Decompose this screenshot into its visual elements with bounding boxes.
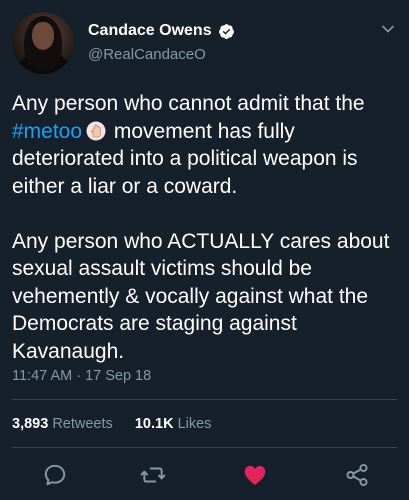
- raised-hand-emoji: [86, 121, 106, 140]
- verified-badge-icon: [218, 23, 234, 39]
- avatar[interactable]: [12, 12, 74, 74]
- likes-label[interactable]: Likes: [178, 416, 212, 432]
- divider: [12, 447, 397, 448]
- likes-count[interactable]: 10.1K: [135, 416, 174, 432]
- tweet-text-paragraph-2: Any person who ACTUALLY cares about sexu…: [12, 229, 396, 363]
- heart-icon[interactable]: [242, 462, 268, 488]
- timestamp[interactable]: 11:47 AM · 17 Sep 18: [12, 368, 151, 384]
- retweets-label[interactable]: Retweets: [52, 416, 112, 432]
- engagement-stats: 3,893 Retweets 10.1K Likes: [12, 416, 211, 432]
- name-row: Candace Owens: [88, 22, 235, 40]
- tweet-text-part: Any person who cannot admit that the: [12, 92, 371, 115]
- action-bar: [0, 462, 409, 492]
- chevron-down-icon[interactable]: [381, 22, 395, 36]
- retweet-icon[interactable]: [140, 462, 166, 488]
- share-icon[interactable]: [344, 462, 370, 488]
- tweet-header: Candace Owens @RealCandaceO: [12, 12, 397, 78]
- retweets-count[interactable]: 3,893: [12, 416, 48, 432]
- tweet-text: Any person who cannot admit that the #me…: [12, 90, 397, 365]
- divider: [12, 399, 397, 400]
- display-name[interactable]: Candace Owens: [88, 22, 212, 40]
- user-handle[interactable]: @RealCandaceO: [88, 46, 206, 63]
- reply-icon[interactable]: [42, 462, 68, 488]
- hashtag-link[interactable]: #metoo: [12, 120, 82, 143]
